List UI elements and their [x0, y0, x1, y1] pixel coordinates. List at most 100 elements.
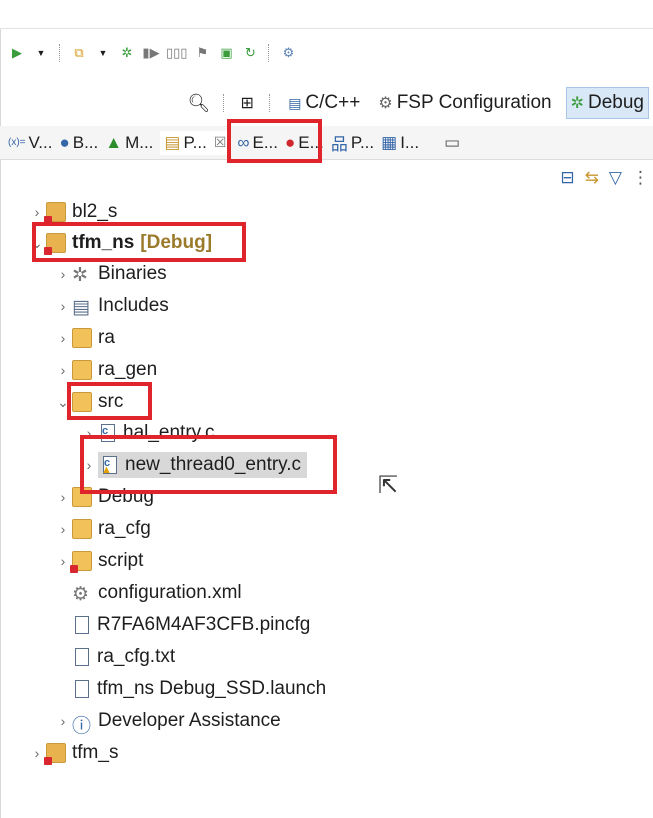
- tree-item-ra-cfg-txt[interactable]: ra_cfg.txt: [72, 642, 175, 672]
- close-icon[interactable]: ☒: [214, 134, 227, 151]
- refresh-icon[interactable]: ↻: [241, 42, 259, 64]
- tree-item-tfm-s[interactable]: › tfm_s: [28, 738, 118, 768]
- perspective-bar: 🔍︎ ⊞ ▤ C/C++ ⚙ FSP Configuration ✲ Debug: [0, 86, 653, 120]
- includes-icon: ▤: [72, 297, 90, 318]
- c-cpp-perspective-icon: ▤: [288, 94, 302, 111]
- expand-icon[interactable]: ›: [54, 713, 72, 729]
- tab-peripherals[interactable]: 品 P...: [331, 130, 374, 155]
- source-folder-icon: [72, 360, 92, 380]
- tab-label: P...: [183, 132, 207, 152]
- tab-label: M...: [125, 132, 154, 152]
- tree-item-label: Includes: [98, 295, 169, 316]
- file-icon: [75, 616, 89, 634]
- expand-icon[interactable]: ›: [54, 489, 72, 505]
- registers-icon: ▦: [381, 132, 398, 152]
- annotation-box-src: [67, 382, 152, 420]
- build-icon[interactable]: ▣: [217, 42, 235, 64]
- expand-icon[interactable]: ›: [54, 298, 72, 314]
- tree-item-binaries[interactable]: › ✲ Binaries: [54, 259, 167, 289]
- tab-label: V...: [28, 132, 53, 152]
- link-with-editor-icon[interactable]: ⇆: [585, 168, 599, 188]
- tree-item-ra-gen[interactable]: › ra_gen: [54, 355, 157, 385]
- tree-item-label: tfm_s: [72, 742, 119, 763]
- tab-label: P...: [350, 132, 375, 152]
- binaries-icon: ✲: [72, 265, 88, 286]
- expand-icon[interactable]: ›: [54, 362, 72, 378]
- project-explorer-icon: ▤: [164, 132, 181, 152]
- help-icon: ⓘ: [72, 716, 92, 737]
- tools-icon[interactable]: ⚙: [279, 42, 297, 64]
- peripherals-icon: 品: [330, 135, 348, 154]
- connect-icon[interactable]: ⚑: [193, 42, 211, 64]
- tab-variables[interactable]: (x)= V...: [8, 133, 52, 153]
- annotation-box-new-thread0-entry: [80, 435, 337, 494]
- perspective-debug-label: Debug: [588, 92, 644, 113]
- search-icon[interactable]: 🔍︎: [187, 92, 210, 114]
- debug-bug-icon[interactable]: ✲: [118, 42, 136, 64]
- tree-item-label: configuration.xml: [98, 582, 242, 603]
- tree-item-includes[interactable]: › ▤ Includes: [54, 291, 169, 321]
- debug-perspective-icon: ✲: [570, 95, 584, 112]
- run-icon[interactable]: ▶: [8, 42, 26, 64]
- tree-item-script[interactable]: › script: [54, 546, 143, 576]
- dropdown-icon[interactable]: ▼: [32, 42, 50, 64]
- file-icon: [75, 648, 89, 666]
- tab-io-registers[interactable]: ▦ I...: [381, 133, 419, 153]
- tree-item-label: R7FA6M4AF3CFB.pincfg: [97, 614, 311, 635]
- variables-icon: (x)=: [8, 137, 26, 148]
- tab-label: I...: [400, 132, 420, 152]
- tree-item-label: tfm_ns Debug_SSD.launch: [97, 678, 327, 699]
- tree-item-label: Developer Assistance: [98, 710, 281, 731]
- source-folder-icon: [72, 328, 92, 348]
- tab-modules[interactable]: ▲ M...: [105, 133, 153, 153]
- tree-item-label: ra_cfg: [98, 518, 151, 539]
- tab-breakpoints[interactable]: ● B...: [59, 133, 98, 153]
- perspective-c-cpp[interactable]: ▤ C/C++: [284, 88, 364, 118]
- main-toolbar: ▶ ▼ ⧉ ▼ ✲ ▮▶ ▯▯▯ ⚑ ▣ ↻ ⚙: [0, 36, 653, 70]
- filter-icon[interactable]: ▽: [609, 168, 622, 188]
- tree-item-developer-assistance[interactable]: › ⓘ Developer Assistance: [54, 706, 281, 737]
- collapse-all-icon[interactable]: ⊟: [560, 168, 574, 188]
- tab-project-explorer[interactable]: ▤ P... ☒: [160, 130, 231, 155]
- title-strip: [0, 0, 653, 29]
- breakpoints-icon: ●: [59, 132, 70, 152]
- tree-item-label: ra: [98, 327, 115, 348]
- annotation-box-tfm-ns: [32, 222, 246, 262]
- tree-item-ra[interactable]: › ra: [54, 323, 115, 353]
- perspective-debug[interactable]: ✲ Debug: [565, 87, 649, 119]
- modules-icon: ▲: [105, 132, 123, 152]
- expand-icon[interactable]: ›: [54, 330, 72, 346]
- tree-item-pincfg[interactable]: R7FA6M4AF3CFB.pincfg: [72, 610, 310, 640]
- error-badge-icon: [70, 565, 78, 573]
- gear-icon: ⚙: [378, 95, 393, 112]
- perspective-fsp-configuration[interactable]: ⚙ FSP Configuration: [374, 88, 555, 118]
- tree-item-label: bl2_s: [72, 201, 118, 222]
- view-tab-bar: (x)= V... ● B... ▲ M... ▤ P... ☒ ∞ E... …: [0, 126, 653, 160]
- tree-item-ra-cfg[interactable]: › ra_cfg: [54, 514, 151, 544]
- view-menu-icon[interactable]: ⋮: [632, 168, 649, 188]
- launch-config-icon[interactable]: ⧉: [70, 42, 88, 64]
- expand-icon[interactable]: ›: [54, 266, 72, 282]
- toolbar-separator: [268, 44, 270, 62]
- minimize-icon[interactable]: ▭: [444, 133, 460, 153]
- tree-item-launch[interactable]: tfm_ns Debug_SSD.launch: [72, 674, 326, 704]
- tree-item-label: Binaries: [98, 263, 167, 284]
- terminate-icon[interactable]: ▯▯▯: [166, 42, 187, 64]
- tree-item-label: ra_cfg.txt: [97, 646, 176, 667]
- perspective-c-cpp-label: C/C++: [305, 92, 361, 113]
- folder-icon: [72, 519, 92, 539]
- tree-item-label: script: [98, 550, 144, 571]
- tab-label: B...: [72, 132, 99, 152]
- open-perspective-icon[interactable]: ⊞: [238, 92, 256, 114]
- resume-icon[interactable]: ▮▶: [142, 42, 160, 64]
- dropdown-icon[interactable]: ▼: [94, 42, 112, 64]
- tree-item-configuration-xml[interactable]: ⚙ configuration.xml: [72, 578, 242, 608]
- mouse-cursor-icon: ⇱: [378, 472, 399, 499]
- expand-icon[interactable]: ›: [54, 521, 72, 537]
- project-folder-icon: [44, 202, 66, 224]
- gear-icon: ⚙: [72, 584, 90, 605]
- toolbar-separator: [223, 94, 225, 112]
- project-folder-icon: [44, 743, 66, 765]
- annotation-box-project-explorer-tab: [227, 119, 322, 163]
- tree-item-label: ra_gen: [98, 359, 158, 380]
